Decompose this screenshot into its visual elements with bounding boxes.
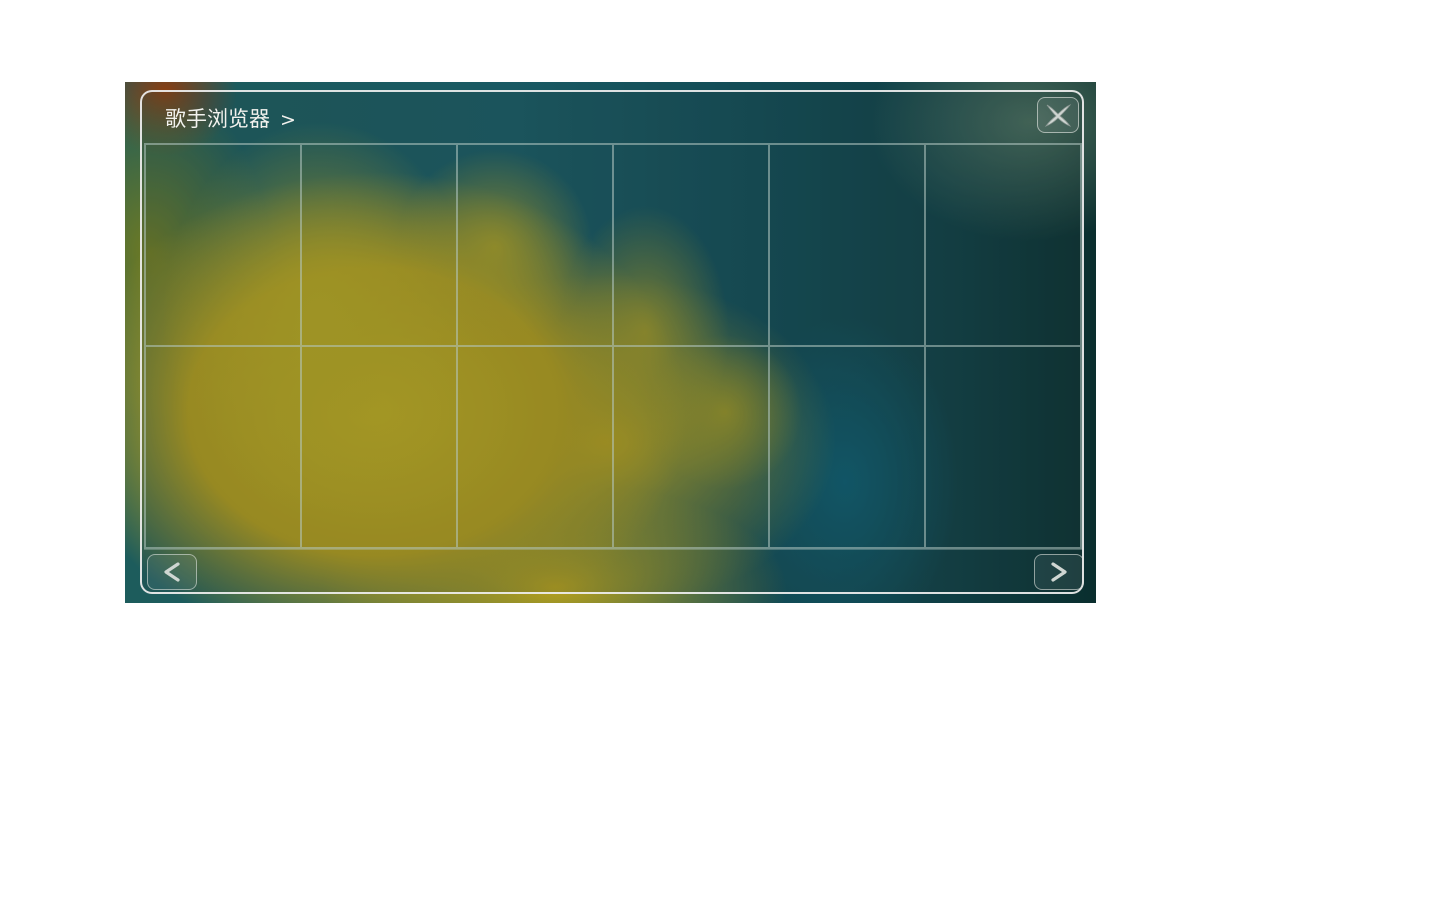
previous-page-button[interactable] (147, 554, 197, 590)
breadcrumb-separator: > (280, 109, 296, 131)
title-text: 歌手浏览器 (165, 107, 270, 131)
singer-grid (144, 143, 1082, 549)
page-title: 歌手浏览器 > (165, 104, 296, 135)
singer-cell[interactable] (302, 347, 458, 549)
singer-cell[interactable] (146, 347, 302, 549)
footer-divider (144, 549, 1082, 550)
singer-cell[interactable] (614, 347, 770, 549)
singer-cell[interactable] (926, 347, 1082, 549)
next-page-button[interactable] (1034, 554, 1084, 590)
close-button[interactable] (1037, 97, 1079, 133)
chevron-right-icon (1051, 562, 1067, 582)
singer-cell[interactable] (770, 145, 926, 347)
singer-cell[interactable] (458, 145, 614, 347)
browser-panel: 歌手浏览器 > (140, 90, 1084, 594)
singer-cell[interactable] (302, 145, 458, 347)
singer-browser-window: 歌手浏览器 > (125, 82, 1096, 603)
singer-cell[interactable] (458, 347, 614, 549)
singer-cell[interactable] (146, 145, 302, 347)
singer-cell[interactable] (614, 145, 770, 347)
singer-cell[interactable] (926, 145, 1082, 347)
close-icon (1044, 104, 1072, 127)
singer-cell[interactable] (770, 347, 926, 549)
chevron-left-icon (164, 562, 180, 582)
